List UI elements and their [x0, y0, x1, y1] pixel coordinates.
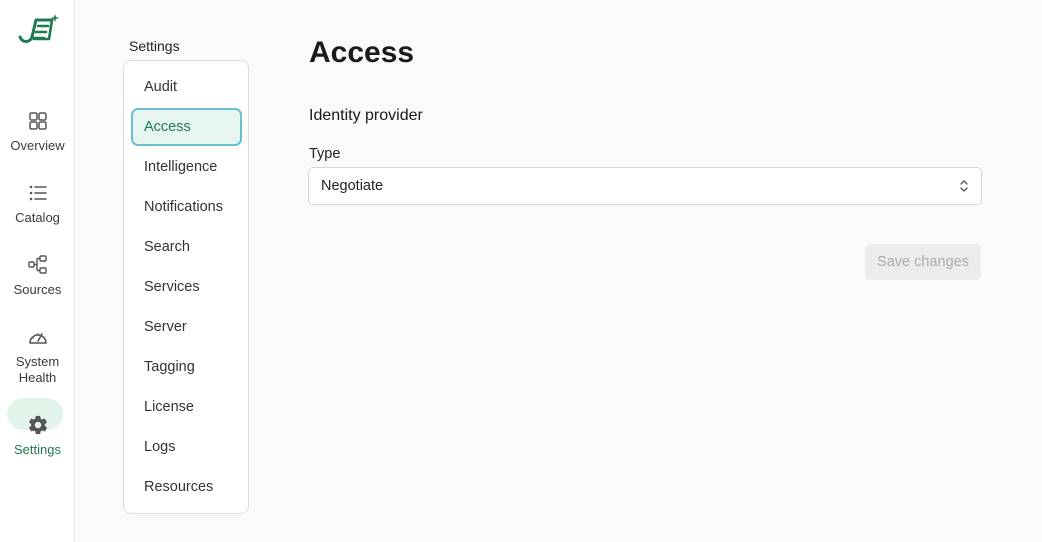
settings-item-search[interactable]: Search [131, 228, 242, 266]
settings-item-audit[interactable]: Audit [131, 68, 242, 106]
left-nav-rail: Overview Catalog Sources System Health S… [0, 0, 75, 542]
nav-catalog-label: Catalog [15, 210, 60, 225]
settings-item-server[interactable]: Server [131, 308, 242, 346]
list-icon [29, 185, 47, 201]
settings-menu-title: Settings [129, 38, 180, 54]
chevron-up-down-icon [960, 180, 968, 192]
settings-item-notifications[interactable]: Notifications [131, 188, 242, 226]
nav-system-health-label: System Health [15, 354, 60, 385]
nav-settings[interactable]: Settings [0, 398, 75, 458]
nav-sources[interactable]: Sources [0, 254, 75, 298]
nav-overview[interactable]: Overview [0, 110, 75, 154]
settings-item-intelligence[interactable]: Intelligence [131, 148, 242, 186]
app-root: Overview Catalog Sources System Health S… [0, 0, 1042, 542]
gauge-icon [28, 333, 47, 344]
type-field-label: Type [309, 146, 341, 162]
settings-item-license[interactable]: License [131, 388, 242, 426]
save-changes-button[interactable]: Save changes [865, 244, 981, 280]
nav-catalog[interactable]: Catalog [0, 182, 75, 226]
app-logo-icon[interactable] [14, 13, 60, 47]
settings-item-logs[interactable]: Logs [131, 428, 242, 466]
type-select-value: Negotiate [321, 178, 384, 194]
settings-item-access[interactable]: Access [131, 108, 242, 146]
nav-sources-label: Sources [13, 282, 62, 297]
network-icon [27, 255, 47, 274]
nav-overview-label: Overview [10, 138, 65, 153]
type-select[interactable]: Negotiate [308, 167, 982, 205]
nav-settings-label: Settings [14, 442, 61, 457]
page-title: Access [309, 36, 415, 69]
gear-icon [28, 415, 47, 435]
settings-menu: Audit Access Intelligence Notifications … [123, 60, 249, 514]
settings-item-resources[interactable]: Resources [131, 468, 242, 506]
nav-system-health[interactable]: System Health [0, 326, 75, 386]
settings-item-tagging[interactable]: Tagging [131, 348, 242, 386]
settings-item-services[interactable]: Services [131, 268, 242, 306]
identity-provider-heading: Identity provider [309, 107, 423, 124]
grid-icon [28, 112, 47, 130]
